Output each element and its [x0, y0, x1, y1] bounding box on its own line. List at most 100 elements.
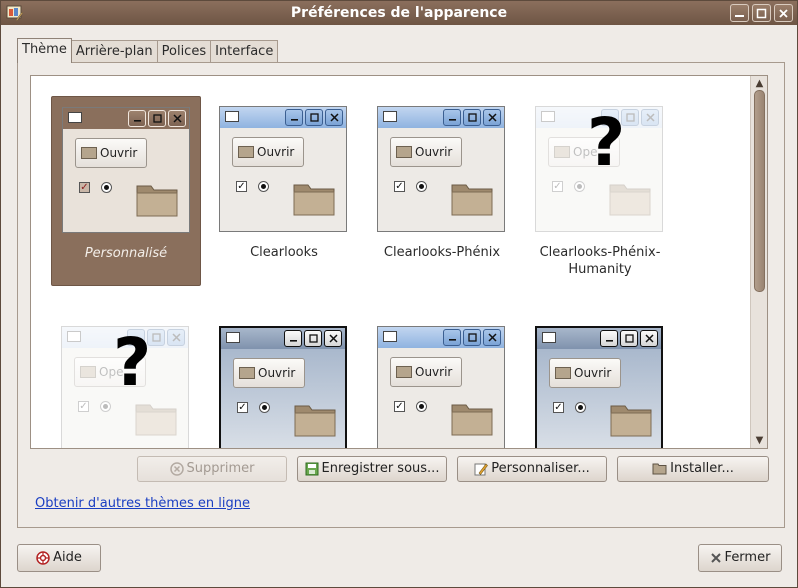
preview-radio	[258, 181, 269, 192]
theme-item[interactable]: Ope ✓?	[51, 316, 201, 448]
theme-preview: Ouvrir ✓	[62, 107, 190, 233]
title-bar[interactable]: Préférences de l'apparence	[1, 1, 797, 25]
theme-preview: Ouvrir ✓	[535, 326, 663, 448]
minimize-icon	[128, 110, 146, 127]
folder-icon	[293, 184, 335, 216]
unknown-theme-icon: ?	[587, 104, 626, 181]
theme-item[interactable]: Ope ✓? Clearlooks-Phénix-Humanity	[525, 96, 675, 286]
online-themes-link[interactable]: Obtenir d'autres thèmes en ligne	[35, 496, 250, 511]
help-icon	[36, 550, 50, 565]
preview-open-button: Ouvrir	[233, 358, 305, 388]
folder-icon	[81, 147, 97, 159]
theme-item[interactable]: Ouvrir ✓	[209, 316, 359, 448]
close-label: Fermer	[724, 550, 771, 565]
customize-label: Personnaliser...	[491, 461, 590, 476]
preview-checkbox: ✓	[236, 181, 247, 192]
close-icon	[641, 109, 659, 126]
preview-radio	[101, 182, 112, 193]
theme-item[interactable]: Ouvrir ✓ Personnalisé	[51, 96, 201, 286]
minimize-icon	[735, 15, 744, 17]
minimize-icon	[443, 329, 461, 346]
window-icon	[225, 111, 239, 122]
window-title: Préférences de l'apparence	[290, 5, 508, 21]
appearance-preferences-window: Préférences de l'apparence Thème Arrière…	[0, 0, 798, 588]
preview-radio	[259, 402, 270, 413]
scroll-down-icon[interactable]: ▼	[755, 436, 764, 446]
theme-item[interactable]: Ouvrir ✓ Clearlooks	[209, 96, 359, 286]
folder-icon	[451, 184, 493, 216]
folder-icon	[610, 405, 652, 437]
preview-checkbox: ✓	[237, 402, 248, 413]
delete-button[interactable]: Supprimer	[137, 456, 287, 482]
window-icon	[542, 332, 556, 343]
folder-icon	[396, 366, 412, 378]
preview-checkbox: ✓	[78, 401, 89, 412]
preview-open-button: Ouvrir	[390, 137, 462, 167]
tab-label: Thème	[22, 42, 67, 57]
close-icon	[167, 329, 185, 346]
preview-open-label: Ouvrir	[100, 146, 138, 160]
theme-tab-panel: ▲ ▼ Ouvrir ✓ Personnalisé Ouvrir ✓ Clearlooks…	[17, 62, 785, 528]
folder-icon	[239, 367, 255, 379]
theme-item[interactable]: Ouvrir ✓	[367, 316, 517, 448]
folder-icon	[609, 184, 651, 216]
window-icon	[383, 331, 397, 342]
preview-radio	[100, 401, 111, 412]
theme-list[interactable]: ▲ ▼ Ouvrir ✓ Personnalisé Ouvrir ✓ Clearlooks…	[30, 75, 768, 449]
edit-icon	[474, 463, 489, 475]
save-as-button[interactable]: Enregistrer sous...	[297, 456, 447, 482]
tab-theme[interactable]: Thème	[17, 38, 72, 65]
close-icon	[779, 9, 788, 18]
maximize-icon	[463, 329, 481, 346]
minimize-icon	[284, 330, 302, 347]
scrollbar-thumb[interactable]	[754, 90, 765, 292]
customize-button[interactable]: Personnaliser...	[457, 456, 607, 482]
preview-open-button: Ouvrir	[75, 138, 147, 168]
maximize-icon	[305, 109, 323, 126]
help-button[interactable]: Aide	[17, 544, 101, 572]
tab-fonts[interactable]: Polices	[156, 40, 212, 63]
theme-item[interactable]: Ouvrir ✓ Clearlooks-Phénix	[367, 96, 517, 286]
preview-open-label: Ouvrir	[258, 366, 296, 380]
close-window-button[interactable]	[774, 4, 793, 22]
folder-icon	[396, 146, 412, 158]
minimize-icon	[600, 330, 618, 347]
preview-open-button: Ouvrir	[549, 358, 621, 388]
minimize-button[interactable]	[730, 4, 749, 22]
folder-icon	[554, 146, 570, 158]
install-button[interactable]: Installer...	[617, 456, 769, 482]
maximize-button[interactable]	[752, 4, 771, 22]
help-label: Aide	[53, 550, 82, 565]
scroll-up-icon[interactable]: ▲	[755, 79, 764, 89]
close-icon	[483, 109, 501, 126]
preview-checkbox: ✓	[553, 402, 564, 413]
window-icon	[67, 331, 81, 342]
maximize-icon	[463, 109, 481, 126]
install-label: Installer...	[670, 461, 734, 476]
close-button[interactable]: Fermer	[698, 544, 782, 572]
close-icon	[168, 110, 186, 127]
appearance-app-icon	[6, 5, 24, 22]
close-icon	[324, 330, 342, 347]
theme-item[interactable]: Ouvrir ✓	[525, 316, 675, 448]
window-icon	[226, 332, 240, 343]
close-icon	[483, 329, 501, 346]
theme-name: Clearlooks-Phénix-Humanity	[539, 245, 661, 277]
save-as-label: Enregistrer sous...	[321, 461, 440, 476]
close-icon	[325, 109, 343, 126]
preview-radio	[575, 402, 586, 413]
preview-open-label: Ouvrir	[415, 365, 453, 379]
tab-interface[interactable]: Interface	[210, 40, 279, 63]
theme-preview: Ouvrir ✓	[377, 106, 505, 232]
tab-background[interactable]: Arrière-plan	[70, 40, 158, 63]
preview-checkbox: ✓	[79, 182, 90, 193]
theme-list-scrollbar[interactable]: ▲ ▼	[750, 76, 767, 448]
folder-icon	[238, 146, 254, 158]
preview-open-button: Ouvrir	[390, 357, 462, 387]
close-icon	[640, 330, 658, 347]
theme-preview: Ouvrir ✓	[377, 326, 505, 448]
folder-icon	[80, 366, 96, 378]
maximize-icon	[756, 8, 767, 19]
theme-name: Clearlooks	[250, 245, 318, 260]
theme-name: Personnalisé	[84, 246, 168, 261]
